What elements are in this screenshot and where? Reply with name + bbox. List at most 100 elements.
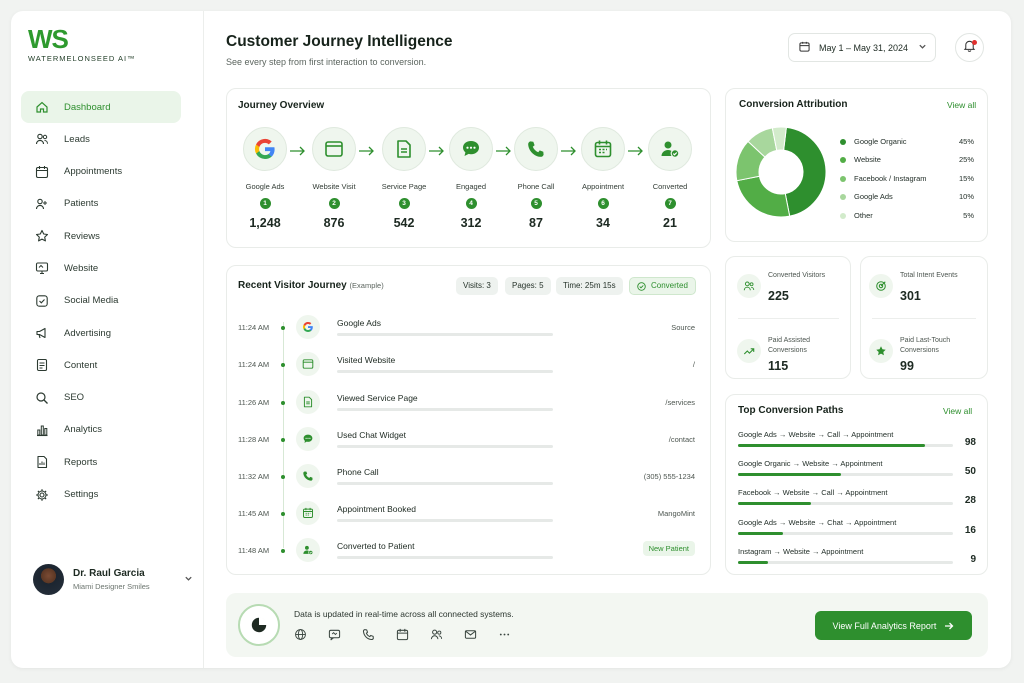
sidebar-item-label: Website [64,262,99,274]
more-icon [498,628,532,641]
path-value: 9 [970,554,976,565]
sidebar-item-reports[interactable]: Reports [21,446,181,478]
chevron-down-icon [918,42,927,53]
sidebar-item-social-media[interactable]: Social Media [21,285,181,317]
view-full-report-button[interactable]: View Full Analytics Report [815,611,972,640]
sidebar-item-analytics[interactable]: Analytics [21,414,181,446]
page-subtitle: See every step from first interaction to… [226,57,427,67]
sidebar-item-label: Content [64,359,98,371]
visitor-journey-note: (Example) [349,281,384,290]
event-progress-track [337,408,553,411]
timeline-dot [281,549,285,553]
event-time: 11:32 AM [238,472,270,481]
timeline-dot [281,363,285,367]
journey-step-value: 34 [596,216,610,230]
journey-step-engaged: Engaged 4 312 [440,127,502,230]
path-value: 28 [964,495,976,506]
attribution-view-all-link[interactable]: View all [947,100,976,110]
timeline-event: 11:24 AM Google Ads Source [238,315,698,348]
event-progress-track [337,482,553,485]
phone-icon [362,628,396,641]
legend-item: Other 5% [840,211,974,220]
event-label: Appointment Booked [337,504,416,514]
legend-percent: 10% [958,192,974,201]
pages-chip: Pages: 5 [505,277,551,295]
sidebar-item-website[interactable]: Website [21,252,181,284]
journey-step-value: 876 [323,216,345,230]
path-bar-fill [738,532,784,535]
home-icon [35,100,49,114]
stat-value: 115 [768,359,789,373]
conversion-path-row[interactable]: Google Ads → Website → Call → Appointmen… [738,430,976,448]
mail-icon [464,628,498,641]
users-icon [430,628,464,641]
star-icon [869,339,893,363]
chat-icon [296,427,320,451]
sidebar-item-content[interactable]: Content [21,349,181,381]
user-profile[interactable]: Dr. Raul Garcia Miami Designer Smiles [33,564,193,595]
sidebar-item-reviews[interactable]: Reviews [21,220,181,252]
path-bar-track [738,532,953,535]
journey-step-label: Website Visit [312,182,356,191]
search-icon [35,391,49,405]
event-progress-track [337,333,553,336]
sidebar-item-label: Social Media [64,295,119,307]
timeline-event: 11:28 AM Used Chat Widget /contact [238,427,698,460]
star-icon [35,229,49,243]
legend-percent: 15% [958,174,974,183]
sidebar-item-settings[interactable]: Settings [21,479,181,511]
event-time: 11:24 AM [238,360,270,369]
report-icon [35,455,49,469]
event-detail: (305) 555-1234 [643,472,695,481]
event-detail: MangoMint [657,509,695,518]
logo: WS WATERMELONSEED AI™ [28,25,136,63]
journey-step-label: Engaged [455,182,487,191]
notification-dot [972,40,977,45]
phone-icon [296,464,320,488]
converted-chip: Converted [629,277,696,295]
sidebar-item-seo[interactable]: SEO [21,382,181,414]
event-time: 11:26 AM [238,398,270,407]
journey-step-label: Phone Call [517,182,555,191]
user-name: Dr. Raul Garcia [73,568,145,579]
path-value: 50 [964,466,976,477]
browser-icon [312,127,356,171]
journey-step-label: Converted [652,182,688,191]
paths-view-all-link[interactable]: View all [943,406,972,416]
event-progress-track [337,370,553,373]
conversion-path-row[interactable]: Google Organic → Website → Appointment 5… [738,459,976,477]
journey-step-label: Appointment [581,182,625,191]
legend-swatch [840,175,846,182]
event-label: Viewed Service Page [337,393,418,403]
sidebar-item-appointments[interactable]: Appointments [21,156,181,188]
path-label: Google Organic → Website → Appointment [738,459,883,468]
sidebar-item-patients[interactable]: Patients [21,188,181,220]
sidebar-item-label: Settings [64,489,99,501]
date-range-picker[interactable]: May 1 – May 31, 2024 [788,33,936,62]
path-label: Google Ads → Website → Call → Appointmen… [738,430,894,439]
conversion-path-row[interactable]: Google Ads → Website → Chat → Appointmen… [738,518,976,536]
chevron-down-icon[interactable] [184,574,193,585]
journey-step-label: Google Ads [245,182,285,191]
conversion-path-row[interactable]: Instagram → Website → Appointment 9 [738,547,976,565]
path-bar-fill [738,502,812,505]
document-icon [296,390,320,414]
journey-step-appointment: Appointment 6 34 [572,127,634,230]
patients-icon [35,197,49,211]
page-title: Customer Journey Intelligence [226,33,453,50]
notifications-button[interactable] [955,33,984,62]
trend-up-icon [737,339,761,363]
sidebar-item-leads[interactable]: Leads [21,123,181,155]
stat-label: Converted Visitors [768,272,826,279]
legend-label: Website [854,155,881,164]
sidebar-item-advertising[interactable]: Advertising [21,317,181,349]
visitor-journey-title-text: Recent Visitor Journey [238,280,347,291]
legend-percent: 25% [958,155,974,164]
google-icon [243,127,287,171]
sidebar-item-label: Dashboard [64,101,111,113]
sidebar: WS WATERMELONSEED AI™ Dashboard Leads Appo… [11,11,204,668]
event-label: Phone Call [337,467,379,477]
sidebar-item-dashboard[interactable]: Dashboard [21,91,181,123]
conversion-path-row[interactable]: Facebook → Website → Call → Appointment … [738,488,976,506]
event-detail: / [692,360,695,369]
